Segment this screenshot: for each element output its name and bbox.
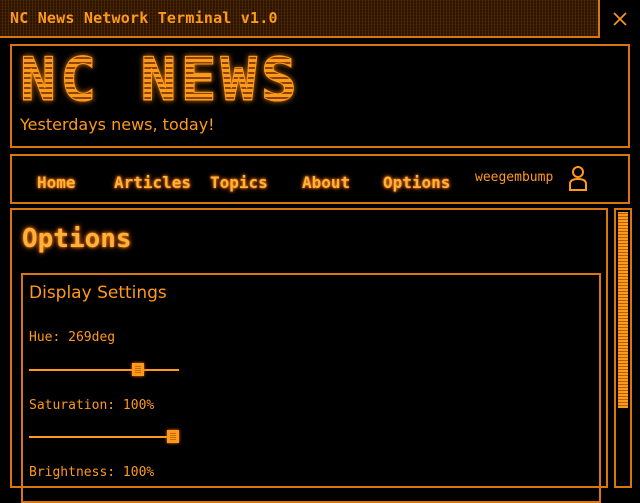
brightness-label: Brightness: 100% <box>29 465 155 480</box>
slider-track <box>29 369 179 371</box>
slider-thumb[interactable] <box>132 363 144 376</box>
panel-title: Display Settings <box>29 283 167 303</box>
close-button[interactable] <box>598 0 640 38</box>
saturation-slider[interactable] <box>29 430 179 444</box>
saturation-label: Saturation: 100% <box>29 398 155 413</box>
scrollbar-thumb[interactable] <box>618 212 628 408</box>
slider-thumb[interactable] <box>167 430 179 443</box>
hue-label: Hue: 269deg <box>29 330 116 345</box>
site-logo[interactable]: NC NEWS <box>20 48 301 113</box>
nav-options[interactable]: Options <box>383 173 450 192</box>
slider-track <box>29 436 179 438</box>
main-content: Options Display Settings Hue: 269deg Sat… <box>10 208 608 503</box>
nav-articles[interactable]: Articles <box>114 173 191 192</box>
display-settings-panel: Display Settings Hue: 269deg Saturation:… <box>21 273 601 503</box>
username[interactable]: weegembump <box>475 170 553 185</box>
nav-topics[interactable]: Topics <box>210 173 268 192</box>
hue-slider[interactable] <box>29 363 179 377</box>
close-icon <box>613 12 627 26</box>
site-tagline: Yesterdays news, today! <box>20 115 215 134</box>
nav-home[interactable]: Home <box>37 173 76 192</box>
scrollbar[interactable] <box>614 208 632 488</box>
user-icon[interactable] <box>568 165 588 191</box>
page-title: Options <box>22 224 132 254</box>
title-bar: NC News Network Terminal v1.0 <box>0 0 640 38</box>
site-header: NC NEWS Yesterdays news, today! <box>10 44 630 148</box>
window-title: NC News Network Terminal v1.0 <box>10 9 278 27</box>
nav-about[interactable]: About <box>302 173 350 192</box>
main-nav: Home Articles Topics About Options weege… <box>10 154 630 204</box>
